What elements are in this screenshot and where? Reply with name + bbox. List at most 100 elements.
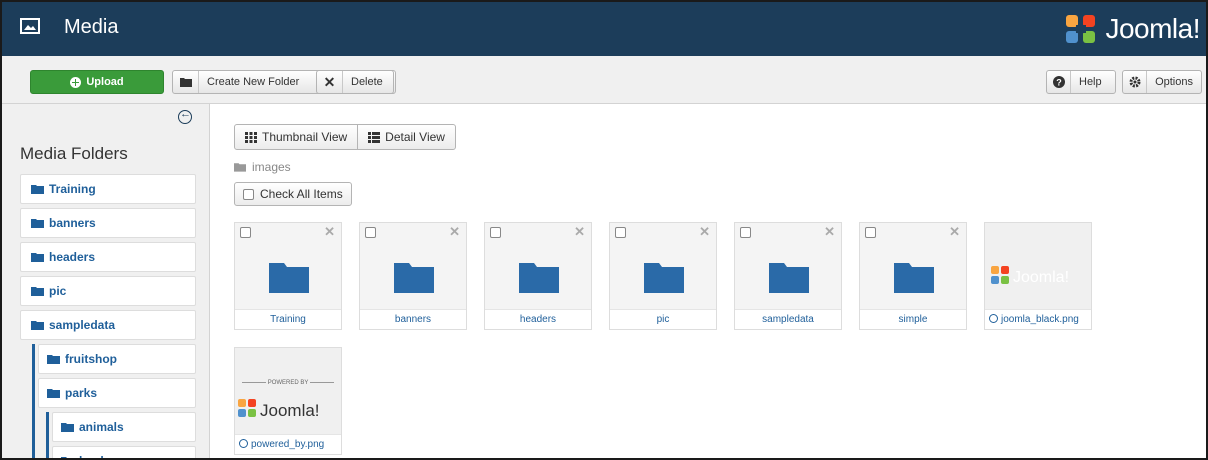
sidebar-item-label: Training <box>49 182 96 196</box>
folder-icon <box>31 253 44 262</box>
folder-icon <box>31 287 44 296</box>
sidebar-item-parks[interactable]: parks <box>38 378 196 408</box>
sidebar-item-label: pic <box>49 284 67 298</box>
joomla-logo-thumbnail: Joomla! <box>238 399 320 420</box>
main-content: Thumbnail View Detail View images Check … <box>210 104 1206 458</box>
sidebar-item-landscape[interactable]: landscape <box>52 446 196 458</box>
tile-checkbox[interactable] <box>865 227 876 238</box>
checkbox[interactable] <box>243 188 254 200</box>
options-label: Options <box>1155 76 1193 88</box>
options-button[interactable]: Options <box>1122 70 1202 94</box>
tree-indent-line <box>46 412 49 458</box>
folder-icon <box>894 263 934 293</box>
detail-view-button[interactable]: Detail View <box>357 125 455 149</box>
help-label: Help <box>1079 76 1102 88</box>
thumbnail-view-label: Thumbnail View <box>262 130 348 144</box>
image-caption[interactable]: powered_by.png <box>235 434 341 454</box>
folder-caption[interactable]: Training <box>235 309 341 329</box>
plus-circle-icon <box>70 76 82 88</box>
toolbar: Upload Create New Folder ✕ Delete ? Help… <box>2 56 1206 104</box>
tile-checkbox[interactable] <box>740 227 751 238</box>
sidebar-item-sampledata[interactable]: sampledata <box>20 310 196 340</box>
gear-icon <box>1123 71 1148 93</box>
image-tile-powered-by[interactable]: POWERED BY Joomla! powered_by.png <box>234 347 342 455</box>
folder-icon <box>47 355 60 364</box>
folder-caption[interactable]: headers <box>485 309 591 329</box>
delete-label: Delete <box>351 76 383 88</box>
svg-text:Joomla!: Joomla! <box>1013 269 1069 286</box>
tile-checkbox[interactable] <box>615 227 626 238</box>
folder-icon <box>269 263 309 293</box>
help-button[interactable]: ? Help <box>1046 70 1116 94</box>
folder-icon <box>31 219 44 228</box>
folder-icon <box>234 163 246 172</box>
sidebar-item-label: fruitshop <box>65 352 117 366</box>
tree-indent-line <box>32 344 35 458</box>
joomla-logo: Joomla! <box>1063 12 1200 46</box>
list-icon <box>368 131 381 143</box>
sidebar-heading: Media Folders <box>20 144 128 163</box>
tile-checkbox[interactable] <box>240 227 251 238</box>
joomla-wordmark: Joomla! <box>1105 13 1200 44</box>
delete-icon[interactable]: ✕ <box>699 224 710 240</box>
folder-tile-simple[interactable]: ✕ simple <box>859 222 967 330</box>
folder-tile-headers[interactable]: ✕ headers <box>484 222 592 330</box>
sidebar-item-banners[interactable]: banners <box>20 208 196 238</box>
breadcrumb-label[interactable]: images <box>252 160 291 174</box>
upload-label: Upload <box>86 76 124 88</box>
folder-icon <box>31 321 44 330</box>
tile-checkbox[interactable] <box>490 227 501 238</box>
folder-caption[interactable]: simple <box>860 309 966 329</box>
sidebar-item-training[interactable]: Training <box>20 174 196 204</box>
sidebar-item-label: banners <box>49 216 96 230</box>
view-toggle: Thumbnail View Detail View <box>234 124 456 150</box>
folder-tile-training[interactable]: ✕ Training <box>234 222 342 330</box>
image-icon <box>20 18 40 34</box>
search-icon <box>989 314 998 323</box>
sidebar-item-fruitshop[interactable]: fruitshop <box>38 344 196 374</box>
joomla-logo-icon <box>1066 15 1096 43</box>
page-title: Media <box>64 16 119 38</box>
thumbnail-view-button[interactable]: Thumbnail View <box>235 125 357 149</box>
delete-icon[interactable]: ✕ <box>574 224 585 240</box>
delete-icon[interactable]: ✕ <box>949 224 960 240</box>
sidebar-item-headers[interactable]: headers <box>20 242 196 272</box>
joomla-logo-thumbnail: Joomla! <box>991 266 1069 286</box>
image-filename: joomla_black.png <box>1001 314 1079 325</box>
sidebar-item-label: animals <box>79 420 124 434</box>
collapse-sidebar-icon[interactable] <box>178 108 192 124</box>
image-caption[interactable]: joomla_black.png <box>985 309 1091 329</box>
check-all-button[interactable]: Check All Items <box>234 182 352 206</box>
folder-icon <box>47 389 60 398</box>
folder-icon <box>61 423 74 432</box>
delete-icon[interactable]: ✕ <box>824 224 835 240</box>
folder-icon <box>644 263 684 293</box>
breadcrumb: images <box>234 160 291 174</box>
check-all-label: Check All Items <box>260 187 343 201</box>
sidebar-item-animals[interactable]: animals <box>52 412 196 442</box>
folder-tile-sampledata[interactable]: ✕ sampledata <box>734 222 842 330</box>
delete-button[interactable]: ✕ Delete <box>316 70 394 94</box>
upload-button[interactable]: Upload <box>30 70 164 94</box>
sidebar-item-pic[interactable]: pic <box>20 276 196 306</box>
folder-tile-pic[interactable]: ✕ pic <box>609 222 717 330</box>
tile-checkbox[interactable] <box>365 227 376 238</box>
folder-caption[interactable]: banners <box>360 309 466 329</box>
detail-view-label: Detail View <box>385 130 445 144</box>
search-icon <box>239 439 248 448</box>
image-tile-joomla-black[interactable]: Joomla! joomla_black.png <box>984 222 1092 330</box>
app-header: Media Joomla! <box>2 2 1206 56</box>
folder-caption[interactable]: pic <box>610 309 716 329</box>
powered-by-text: POWERED BY <box>235 380 341 386</box>
sidebar: Media Folders Training banners headers p… <box>2 104 210 458</box>
delete-icon[interactable]: ✕ <box>324 224 335 240</box>
folder-caption[interactable]: sampledata <box>735 309 841 329</box>
create-folder-label: Create New Folder <box>207 76 300 88</box>
image-filename: powered_by.png <box>251 439 325 450</box>
sidebar-item-label: headers <box>49 250 96 264</box>
delete-icon[interactable]: ✕ <box>449 224 460 240</box>
folder-icon <box>519 263 559 293</box>
folder-tile-banners[interactable]: ✕ banners <box>359 222 467 330</box>
close-icon: ✕ <box>317 71 343 93</box>
folder-icon <box>769 263 809 293</box>
